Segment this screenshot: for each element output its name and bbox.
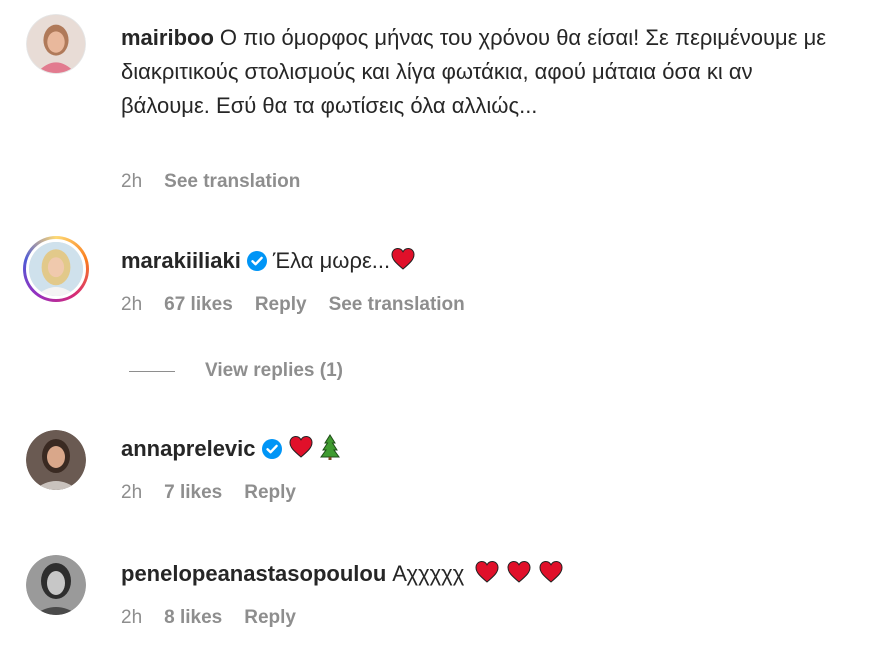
comment-body: marakiiliaki Έλα μωρε...: [121, 244, 841, 278]
comment-meta: 2h 7 likes Reply: [121, 482, 296, 504]
comment-text: Αχχχχχ: [392, 561, 465, 586]
comment-meta: 2h See translation: [121, 171, 300, 193]
username[interactable]: marakiiliaki: [121, 248, 241, 273]
avatar-story-ring[interactable]: [23, 236, 89, 302]
reply-button[interactable]: Reply: [244, 607, 296, 629]
timestamp[interactable]: 2h: [121, 607, 142, 629]
timestamp[interactable]: 2h: [121, 482, 142, 504]
divider-line: [129, 370, 175, 372]
heart-icon: [289, 435, 313, 458]
heart-icon: [539, 560, 563, 583]
verified-badge-icon: [261, 439, 282, 459]
comment-body: penelopeanastasopoulou Αχχχχχ: [121, 557, 841, 591]
see-translation-button[interactable]: See translation: [164, 171, 300, 193]
heart-icon: [507, 560, 531, 583]
verified-badge-icon: [246, 251, 267, 271]
view-replies-label: View replies (1): [205, 360, 343, 381]
comment-meta: 2h 8 likes Reply: [121, 607, 296, 629]
username[interactable]: annaprelevic: [121, 436, 256, 461]
profile-photo: [29, 242, 83, 296]
timestamp[interactable]: 2h: [121, 171, 142, 193]
heart-icon: [475, 560, 499, 583]
profile-photo: [26, 555, 86, 615]
comment-meta: 2h 67 likes Reply See translation: [121, 294, 465, 316]
comment-body: mairiboo Ο πιο όμορφος μήνας του χρόνου θ…: [121, 21, 841, 123]
username[interactable]: penelopeanastasopoulou: [121, 561, 386, 586]
avatar[interactable]: [26, 430, 86, 490]
comment-text: Έλα μωρε...: [272, 248, 391, 273]
avatar[interactable]: [26, 14, 86, 74]
comment-text: Ο πιο όμορφος μήνας του χρόνου θα είσαι!…: [121, 25, 827, 118]
christmas-tree-icon: [319, 434, 340, 460]
likes-count[interactable]: 7 likes: [164, 482, 222, 504]
likes-count[interactable]: 67 likes: [164, 294, 233, 316]
reply-button[interactable]: Reply: [255, 294, 307, 316]
profile-photo: [27, 15, 85, 73]
likes-count[interactable]: 8 likes: [164, 607, 222, 629]
profile-photo: [26, 430, 86, 490]
avatar[interactable]: [26, 555, 86, 615]
see-translation-button[interactable]: See translation: [329, 294, 465, 316]
heart-icon: [391, 247, 415, 270]
comment-body: annaprelevic: [121, 432, 841, 466]
reply-button[interactable]: Reply: [244, 482, 296, 504]
username[interactable]: mairiboo: [121, 25, 214, 50]
view-replies-button[interactable]: View replies (1): [129, 360, 343, 382]
timestamp[interactable]: 2h: [121, 294, 142, 316]
